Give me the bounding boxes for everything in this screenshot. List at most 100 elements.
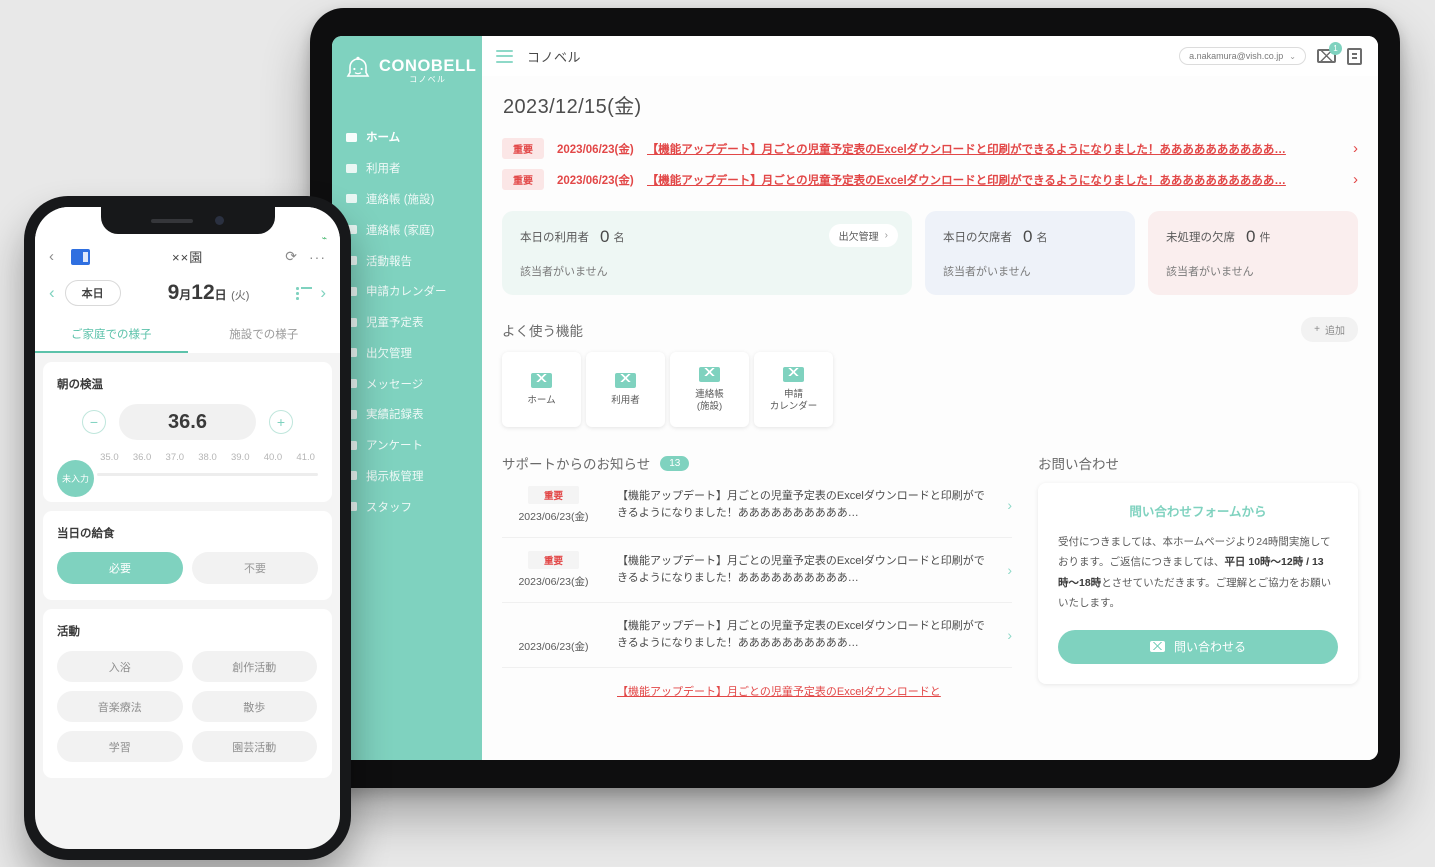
favorites-title: よく使う機能: [502, 323, 583, 339]
stat-unit: 件: [1259, 232, 1271, 244]
sidebar-item-label: 利用者: [366, 163, 401, 176]
sidebar-item-activity-report[interactable]: 活動報告: [332, 245, 482, 276]
envelope-icon: [699, 366, 720, 382]
sidebar-item-records[interactable]: 実績記録表: [332, 399, 482, 430]
temperature-value[interactable]: 36.6: [119, 404, 256, 440]
activity-chip-walk[interactable]: 散歩: [191, 691, 317, 722]
attendance-button[interactable]: 出欠管理 ›: [828, 224, 898, 247]
sidebar-item-users[interactable]: 利用者: [332, 153, 482, 184]
scale-tick: 41.0: [296, 452, 315, 463]
meal-option-not-required[interactable]: 不要: [192, 552, 318, 584]
stat-label: 未処理の欠席: [1166, 232, 1235, 244]
activity-chip-bath[interactable]: 入浴: [57, 651, 183, 682]
notice-row[interactable]: 2023/06/23(金) 【機能アップデート】月ごとの児童予定表のExcelダ…: [502, 603, 1012, 668]
date-month: 9: [167, 281, 180, 304]
chevron-right-icon: ›: [1353, 171, 1358, 188]
contact-body: 受付につきましては、本ホームページより24時間実施しております。ご返信につきまし…: [1058, 532, 1338, 614]
phone-device: ⌁ ‹ ××園 ⟳ ··· ‹ 本日 9月12日 (火) › ご家庭での様子 施…: [24, 196, 351, 860]
sidebar-item-notebook-facility[interactable]: 連絡帳 (施設): [332, 184, 482, 215]
sidebar-item-staff[interactable]: スタッフ: [332, 491, 482, 522]
stat-label: 本日の利用者: [520, 232, 589, 244]
manual-button[interactable]: [1347, 47, 1362, 65]
sidebar-item-label: 出欠管理: [366, 347, 412, 360]
notice-row[interactable]: 重要 2023/06/23(金) 【機能アップデート】月ごとの児童予定表のExc…: [502, 473, 1012, 538]
alert-row[interactable]: 重要 2023/06/23(金) 【機能アップデート】月ごとの児童予定表のExc…: [502, 133, 1358, 164]
next-day-icon[interactable]: ›: [320, 283, 326, 303]
envelope-icon: [531, 372, 552, 388]
stat-sub-text: 該当者がいません: [1166, 266, 1254, 278]
favorite-tile-calendar[interactable]: 申請 カレンダー: [754, 352, 833, 427]
phone-notch: [100, 207, 275, 234]
temperature-slider-track[interactable]: [97, 473, 318, 476]
activity-title: 活動: [57, 626, 80, 638]
sidebar-item-label: 掲示板管理: [366, 470, 424, 483]
activity-chip-crafts[interactable]: 創作活動: [191, 651, 317, 682]
sidebar-item-label: ホーム: [366, 132, 401, 145]
temperature-card: 朝の検温 − 36.6 + 35.0 36.0 37.0 38.0 39.0 4…: [43, 362, 332, 502]
sidebar-item-notebook-home[interactable]: 連絡帳 (家庭): [332, 214, 482, 245]
list-view-icon[interactable]: [296, 287, 313, 300]
scale-tick: 37.0: [165, 452, 185, 463]
envelope-icon: [783, 366, 804, 382]
sidebar-item-attendance[interactable]: 出欠管理: [332, 337, 482, 368]
tab-facility-situation[interactable]: 施設での様子: [188, 318, 341, 353]
sidebar-item-survey[interactable]: アンケート: [332, 430, 482, 461]
sidebar-item-label: 連絡帳 (施設): [366, 193, 435, 206]
alert-link[interactable]: 【機能アップデート】月ごとの児童予定表のExcelダウンロードと印刷ができるよう…: [647, 172, 1340, 188]
hamburger-menu-icon[interactable]: [496, 49, 513, 63]
favorite-tile-label: 利用者: [611, 394, 640, 406]
content-scroll: 2023/12/15(金) 重要 2023/06/23(金) 【機能アップデート…: [482, 76, 1378, 760]
activity-chips: 入浴 創作活動 音楽療法 散歩 学習 園芸活動: [57, 651, 318, 762]
temperature-decrement-button[interactable]: −: [82, 410, 106, 434]
notices-title: サポートからのお知らせ: [502, 457, 651, 472]
meal-options: 必要 不要: [57, 552, 318, 584]
notices-count-badge: 13: [660, 455, 690, 471]
sidebar-item-label: アンケート: [366, 440, 424, 453]
favorite-tile-notebook[interactable]: 連絡帳 (施設): [670, 352, 749, 427]
notice-meta: 2023/06/23(金): [502, 616, 605, 654]
tab-home-situation[interactable]: ご家庭での様子: [35, 318, 188, 353]
account-email: a.nakamura@vish.co.jp: [1189, 51, 1284, 61]
favorite-tile-home[interactable]: ホーム: [502, 352, 581, 427]
prev-day-icon[interactable]: ‹: [49, 283, 55, 303]
notice-row[interactable]: 【機能アップデート】月ごとの児童予定表のExcelダウンロードと: [502, 668, 1012, 717]
reload-icon[interactable]: ⟳: [285, 248, 297, 265]
sidebar-item-label: スタッフ: [366, 501, 412, 514]
sidebar-item-label: 児童予定表: [366, 317, 424, 330]
front-camera: [215, 216, 224, 225]
sidebar-item-home[interactable]: ホーム: [332, 122, 482, 153]
sidebar-item-child-schedule[interactable]: 児童予定表: [332, 307, 482, 338]
contact-title: お問い合わせ: [1038, 457, 1119, 472]
temperature-increment-button[interactable]: +: [269, 410, 293, 434]
temperature-unset-chip[interactable]: 未入力: [57, 460, 94, 497]
page-title: 2023/12/15(金): [503, 96, 642, 118]
sidebar-item-bulletin[interactable]: 掲示板管理: [332, 461, 482, 492]
account-dropdown[interactable]: a.nakamura@vish.co.jp ⌄: [1179, 47, 1306, 65]
notice-row[interactable]: 重要 2023/06/23(金) 【機能アップデート】月ごとの児童予定表のExc…: [502, 538, 1012, 603]
notice-meta: [502, 681, 605, 704]
stat-card-unprocessed-absent: 未処理の欠席 0 件 該当者がいません: [1148, 211, 1358, 295]
contact-button[interactable]: 問い合わせる: [1058, 629, 1338, 664]
book-icon: [1347, 47, 1362, 65]
activity-chip-music-therapy[interactable]: 音楽療法: [57, 691, 183, 722]
alert-row[interactable]: 重要 2023/06/23(金) 【機能アップデート】月ごとの児童予定表のExc…: [502, 164, 1358, 195]
temperature-scale: 35.0 36.0 37.0 38.0 39.0 40.0 41.0 未入力: [57, 452, 318, 497]
temperature-stepper: − 36.6 +: [57, 404, 318, 440]
favorite-tile-users[interactable]: 利用者: [586, 352, 665, 427]
sidebar-item-label: 連絡帳 (家庭): [366, 224, 435, 237]
today-button[interactable]: 本日: [64, 280, 121, 306]
activity-chip-gardening[interactable]: 園芸活動: [191, 731, 317, 762]
add-favorite-button[interactable]: + 追加: [1301, 317, 1358, 342]
activity-chip-study[interactable]: 学習: [57, 731, 183, 762]
back-icon[interactable]: ‹: [49, 248, 54, 265]
date-month-unit: 月: [179, 288, 192, 302]
meal-option-required[interactable]: 必要: [57, 552, 183, 584]
more-options-icon[interactable]: ···: [309, 249, 326, 265]
sidebar-item-request-calendar[interactable]: 申請カレンダー: [332, 276, 482, 307]
alert-link[interactable]: 【機能アップデート】月ごとの児童予定表のExcelダウンロードと印刷ができるよう…: [647, 141, 1340, 157]
favorite-tile-label: 連絡帳 (施設): [695, 388, 724, 412]
mail-button[interactable]: 1: [1317, 42, 1342, 63]
stat-value: 0: [600, 227, 610, 246]
sidebar-item-label: メッセージ: [366, 378, 424, 391]
sidebar-item-messages[interactable]: メッセージ: [332, 368, 482, 399]
